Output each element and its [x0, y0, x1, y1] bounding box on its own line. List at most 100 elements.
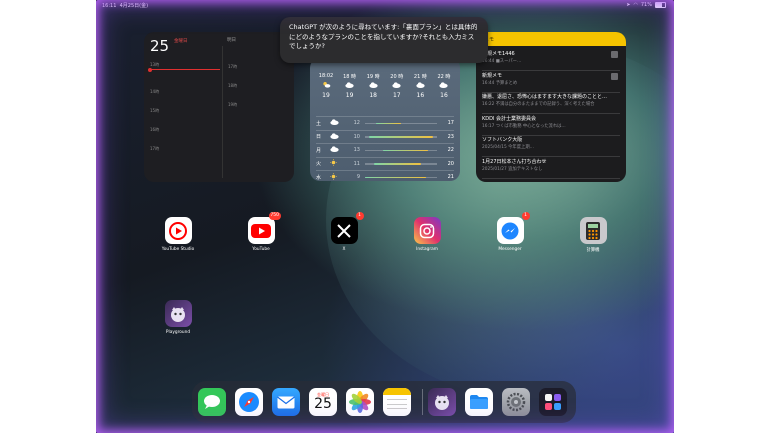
- wifi-icon: ◠: [633, 2, 638, 8]
- note-subtitle: 2025/04/15 今年度上期…: [482, 145, 534, 150]
- safari-icon[interactable]: [235, 388, 263, 416]
- weather-day-row: 月 13 22: [316, 143, 454, 157]
- weather-low: 10: [353, 133, 360, 140]
- app-youtube-studio[interactable]: YouTube Studio: [158, 217, 198, 252]
- ipad-screen: 16:11 4月25日(金) ➤ ◠ 71% 25 金曜日 明日 13時 14時…: [96, 0, 674, 433]
- weather-hour-temp: 16: [416, 92, 425, 99]
- weather-hour: 19 時 18: [363, 73, 383, 99]
- app-label: 計算機: [586, 248, 600, 253]
- calculator-icon: [579, 217, 607, 244]
- app-instagram[interactable]: Instagram: [407, 217, 447, 252]
- photos-icon[interactable]: [346, 388, 374, 416]
- notes-icon-line: [387, 403, 407, 404]
- note-item[interactable]: 1月27日松本さん打ち合わせ 2025/01/27 追加テキストなし: [482, 158, 620, 179]
- weather-hour-time: 18:02: [318, 73, 334, 79]
- sun-cloud-icon: [322, 81, 331, 90]
- weather-low: 12: [353, 120, 360, 127]
- cloud-icon: [330, 119, 344, 127]
- note-item[interactable]: KDDI 会計士業務委員会 16:17 つくば市勤務 中心となった流れは…: [482, 115, 620, 136]
- app-calculator[interactable]: 計算機: [573, 217, 613, 253]
- app-label: YouTube Studio: [161, 247, 195, 252]
- cloud-icon: [392, 82, 401, 90]
- calendar-hour: 15時: [150, 108, 160, 113]
- note-item[interactable]: ソフトバンク大阪 2025/04/15 今年度上期…: [482, 136, 620, 157]
- weather-hour: 20 時 17: [387, 73, 407, 99]
- notes-icon-header: [383, 388, 411, 395]
- weather-day-row: 日 10 23: [316, 129, 454, 144]
- dock: 金曜日 25: [192, 381, 576, 423]
- weather-day-row: 水 9 21: [316, 170, 454, 181]
- weather-hour: 22 時 16: [434, 73, 454, 99]
- app-youtube[interactable]: 750 YouTube: [241, 212, 281, 252]
- settings-icon[interactable]: [502, 388, 530, 416]
- calendar-tomorrow-label: 明日: [227, 38, 236, 43]
- weather-high: 20: [447, 160, 454, 167]
- weather-low: 11: [353, 160, 360, 167]
- weather-hour-time: 20 時: [390, 74, 404, 80]
- battery-percent: 71%: [640, 2, 652, 8]
- calendar-hour: 16時: [150, 127, 160, 132]
- calendar-now-indicator: [148, 67, 220, 72]
- app-messenger[interactable]: 1 Messenger: [490, 212, 530, 252]
- cloud-icon: [439, 82, 449, 90]
- calendar-hour: 18時: [228, 83, 238, 88]
- notification-badge: 750: [268, 212, 281, 220]
- youtube-icon: 750: [247, 212, 281, 244]
- files-icon[interactable]: [465, 388, 493, 416]
- weather-hour-time: 22 時: [437, 74, 451, 80]
- weather-temp-range-bar: [365, 122, 437, 124]
- app-label: Playground: [165, 330, 191, 335]
- app-label: X: [342, 247, 346, 252]
- chatgpt-question-popup[interactable]: ChatGPT が次のように尋ねています:「裏面プラン」とは具体的にどのようなプ…: [280, 17, 488, 63]
- note-subtitle: 2025/01/27 追加テキストなし: [482, 166, 543, 172]
- sun-icon: [330, 172, 344, 181]
- status-bar: 16:11 4月25日(金) ➤ ◠ 71%: [102, 1, 666, 9]
- calendar-divider: [222, 46, 223, 178]
- notes-icon[interactable]: [383, 388, 411, 416]
- weather-hour-time: 18 時: [343, 74, 357, 80]
- weather-hour-temp: 19: [345, 92, 354, 99]
- calendar-hour: 14時: [150, 89, 160, 94]
- calendar-widget[interactable]: 25 金曜日 明日 13時 14時 15時 16時 17時 17時 18時 19…: [144, 32, 294, 182]
- weather-widget[interactable]: 18:02 19 18 時 19 19 時 18 20 時 17 21 時 16 22 時 16 土 1…: [310, 58, 460, 181]
- playground-icon[interactable]: [428, 388, 456, 416]
- note-item[interactable]: 新規メモ1446 16:44 ■スーパー…: [482, 50, 620, 71]
- weather-temp-range-bar: [365, 176, 437, 178]
- app-playground[interactable]: Playground: [158, 300, 198, 335]
- note-item[interactable]: 新規メモ 16:44 予算まとめ: [482, 72, 620, 93]
- weather-temp-range-fill: [365, 176, 427, 178]
- note-title: ソフトバンク大阪: [482, 137, 523, 143]
- cloud-icon: [369, 82, 378, 90]
- weather-hour-temp: 16: [440, 92, 448, 99]
- weather-hour-temp: 19: [322, 92, 330, 99]
- weather-hour: 18:02 19: [316, 73, 336, 99]
- weather-day: 月: [316, 147, 322, 154]
- messages-icon[interactable]: [198, 388, 226, 416]
- weather-high: 21: [447, 174, 454, 181]
- notes-widget-header: メモ: [476, 32, 626, 46]
- sun-icon: [330, 159, 344, 168]
- weather-hour: 18 時 19: [340, 73, 360, 99]
- weather-hour-temp: 18: [369, 92, 377, 99]
- note-subtitle: 16:44 予算まとめ: [482, 80, 518, 86]
- weather-temp-range-bar: [365, 136, 437, 138]
- calendar-icon-day: 25: [314, 396, 332, 412]
- mail-icon[interactable]: [272, 388, 300, 416]
- weather-hourly: 18:02 19 18 時 19 19 時 18 20 時 17 21 時 16 22 時 16: [316, 73, 454, 99]
- notes-widget[interactable]: メモ 新規メモ1446 16:44 ■スーパー… 新規メモ 16:44 予算まとめ 嫌悪…: [476, 32, 626, 182]
- calendar-icon[interactable]: 金曜日 25: [309, 388, 337, 416]
- weather-day-row: 火 11 20: [316, 156, 454, 171]
- calendar-hour: 17時: [228, 64, 238, 69]
- weather-day: 土: [316, 120, 322, 127]
- note-subtitle: 16:22 不満は自分のまたままでの記録う、深く考えた場合: [482, 102, 595, 107]
- app-x[interactable]: 1 X: [324, 212, 364, 252]
- note-subtitle: 16:17 つくば市勤務 中心となった流れは…: [482, 123, 566, 129]
- weather-day: 水: [316, 174, 322, 181]
- note-subtitle: 16:44 ■スーパー…: [482, 59, 522, 64]
- note-title: 1月27日松本さん打ち合わせ: [482, 158, 547, 165]
- notes-icon-line: [387, 408, 407, 409]
- weather-temp-range-bar: [365, 149, 437, 151]
- notes-icon-line: [387, 399, 407, 400]
- note-item[interactable]: 嫌悪、退屈さ、恐怖心はますます大きな課題のことと… 16:22 不満は自分のまたま…: [482, 93, 620, 114]
- app-library-icon[interactable]: [539, 388, 567, 416]
